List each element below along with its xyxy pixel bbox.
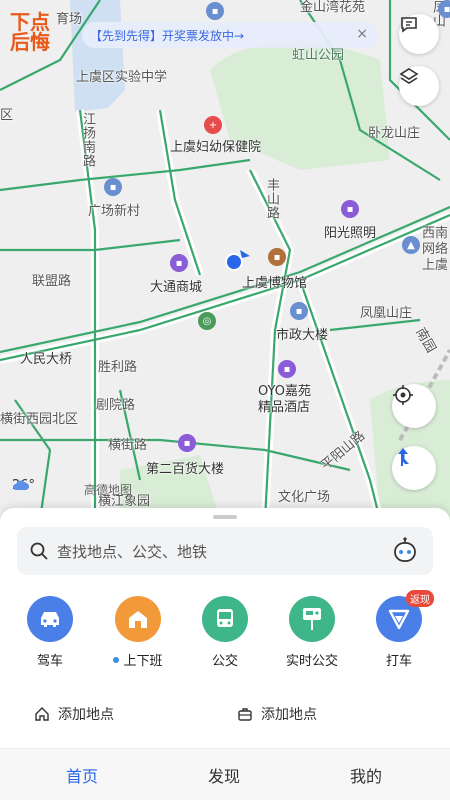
bus-icon xyxy=(202,596,248,642)
map-label: 区 xyxy=(0,108,14,123)
home-icon xyxy=(35,707,49,721)
map-label: 横街路 xyxy=(108,438,148,453)
promo-banner-text: 【先到先得】开奖票发放中→ xyxy=(90,28,245,43)
realtime-bus-label: 实时公交 xyxy=(285,654,338,669)
brand-logo[interactable]: 下点 后悔 xyxy=(10,12,60,56)
hospital-poi-icon[interactable]: + xyxy=(204,116,222,134)
cashback-badge: 返现 xyxy=(406,590,434,607)
map-label: 横街西园北区 xyxy=(0,412,79,427)
building-poi-icon[interactable]: ▪ xyxy=(290,302,308,320)
bus-label: 公交 xyxy=(211,654,238,669)
bottom-sheet: 查找地点、公交、地铁 驾车 上下班 公交 实时公交 返现 打车 添加地点 添加地… xyxy=(0,508,450,800)
commute-label: 上下班 xyxy=(123,654,163,669)
crosshair-icon xyxy=(393,385,413,405)
bus-stop-icon xyxy=(289,596,335,642)
building-poi-icon[interactable]: ▪ xyxy=(341,200,359,218)
add-work-label: 添加地点 xyxy=(261,707,317,723)
map-label: 凤凰山庄 xyxy=(360,306,413,321)
map-label: 文化广场 xyxy=(278,490,331,505)
map-label: 第二百货大楼 xyxy=(146,462,225,477)
metro-poi-icon[interactable]: ◎ xyxy=(198,312,216,330)
route-arrow-icon xyxy=(398,448,409,466)
layers-icon xyxy=(399,68,419,84)
tab-home[interactable]: 首页 xyxy=(66,763,98,787)
search-input[interactable]: 查找地点、公交、地铁 xyxy=(57,541,207,562)
hotel-poi-icon[interactable]: ▪ xyxy=(278,360,296,378)
message-icon xyxy=(401,17,417,33)
car-icon xyxy=(27,596,73,642)
assistant-robot-icon[interactable] xyxy=(391,537,419,565)
add-home-label: 添加地点 xyxy=(58,707,114,723)
map-label: 市政大楼 xyxy=(276,328,329,343)
drive-label: 驾车 xyxy=(36,654,63,669)
school-poi-icon[interactable]: ▲ xyxy=(402,236,420,254)
layers-button[interactable] xyxy=(399,66,439,106)
briefcase-icon xyxy=(238,708,252,721)
building-poi-icon[interactable]: ▪ xyxy=(438,0,450,18)
sheet-grabber[interactable] xyxy=(213,515,237,519)
shop-poi-icon[interactable]: ▪ xyxy=(178,434,196,452)
cloud-icon xyxy=(13,480,30,490)
map-label: 虹山公园 xyxy=(292,48,345,63)
map-label: 人民大桥 xyxy=(20,352,73,367)
shop-poi-icon[interactable]: ▪ xyxy=(170,254,188,272)
add-work-button[interactable]: 添加地点 xyxy=(237,704,317,724)
map-watermark: 高德地图 xyxy=(84,483,133,497)
realtime-bus-button[interactable]: 实时公交 xyxy=(277,596,347,669)
message-button[interactable] xyxy=(399,14,439,54)
map-label: 江扬南路 xyxy=(80,112,95,168)
weather-widget[interactable]: 26° xyxy=(12,478,35,493)
add-home-button[interactable]: 添加地点 xyxy=(34,704,114,724)
map-label: 卧龙山庄 xyxy=(368,126,421,141)
building-poi-icon[interactable]: ▪ xyxy=(104,178,122,196)
commute-button[interactable]: 上下班 xyxy=(103,596,173,669)
building-poi-icon[interactable]: ▪ xyxy=(206,2,224,20)
search-icon xyxy=(30,542,48,560)
map-view[interactable]: 下点 后悔 【先到先得】开奖票发放中→ × 育场 金山湾花苑 上虞区实验中学 区… xyxy=(0,0,450,520)
map-label: 育场 xyxy=(56,12,83,27)
map-label: 上虞妇幼保健院 xyxy=(170,140,262,155)
bus-button[interactable]: 公交 xyxy=(190,596,260,669)
map-label: 上虞区实验中学 xyxy=(76,70,168,85)
map-label: 联盟路 xyxy=(32,274,72,289)
map-label: 精品酒店 xyxy=(258,400,311,415)
taxi-button[interactable]: 返现 打车 xyxy=(364,590,434,669)
museum-poi-icon[interactable]: ▪ xyxy=(268,248,286,266)
status-dot xyxy=(113,656,120,663)
bottom-tab-bar: 首页 发现 我的 xyxy=(0,748,450,800)
map-label: 剧院路 xyxy=(96,398,136,413)
current-location-icon xyxy=(225,250,250,271)
map-label: 金山湾花苑 xyxy=(300,0,366,15)
map-label: 大通商城 xyxy=(150,280,203,295)
favorite-places: 添加地点 添加地点 xyxy=(0,704,450,728)
tab-discover[interactable]: 发现 xyxy=(208,763,240,787)
map-label: 广场新村 xyxy=(88,204,141,219)
commute-icon xyxy=(115,596,161,642)
route-button[interactable] xyxy=(392,446,436,490)
map-label: 阳光照明 xyxy=(324,226,377,241)
close-icon[interactable]: × xyxy=(356,26,368,42)
tab-me[interactable]: 我的 xyxy=(350,763,382,787)
map-label: 上虞 xyxy=(422,258,449,273)
drive-button[interactable]: 驾车 xyxy=(15,596,85,669)
quick-actions: 驾车 上下班 公交 实时公交 返现 打车 xyxy=(0,590,450,676)
map-label: 胜利路 xyxy=(98,360,138,375)
locate-button[interactable] xyxy=(392,384,436,428)
map-label: 丰山路 xyxy=(264,178,279,220)
search-bar[interactable]: 查找地点、公交、地铁 xyxy=(17,527,433,575)
taxi-label: 打车 xyxy=(385,654,412,669)
